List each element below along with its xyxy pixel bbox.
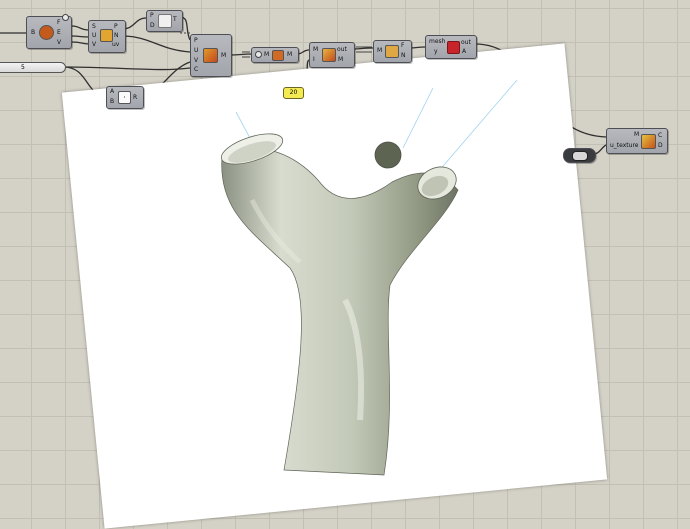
mesh-preview xyxy=(220,79,518,476)
